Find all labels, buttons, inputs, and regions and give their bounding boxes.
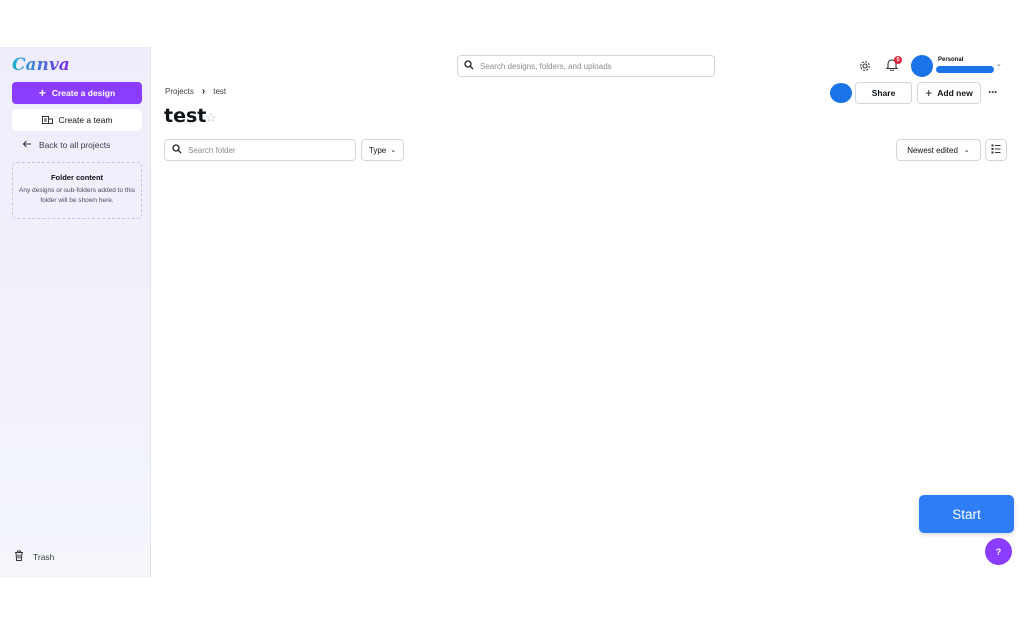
- chevron-down-icon: ⌄: [390, 147, 397, 154]
- canva-logo[interactable]: Canva: [12, 55, 70, 75]
- folder-content-description: Any designs or sub-folders added to this…: [19, 187, 135, 204]
- search-icon: [464, 60, 474, 72]
- settings-button[interactable]: [859, 59, 871, 77]
- create-design-button[interactable]: + Create a design: [12, 82, 142, 104]
- back-label: Back to all projects: [39, 140, 111, 150]
- trash-label: Trash: [33, 551, 55, 562]
- share-button[interactable]: Share: [855, 82, 912, 104]
- app-window: Canva + Create a design Create a team Ba…: [0, 47, 1020, 578]
- page-title[interactable]: test: [164, 105, 206, 127]
- gear-icon: [859, 59, 871, 76]
- type-filter-label: Type: [368, 145, 387, 155]
- breadcrumb-current: test: [213, 87, 227, 96]
- create-team-button[interactable]: Create a team: [12, 109, 142, 131]
- star-icon[interactable]: ☆: [205, 110, 217, 126]
- collaborator-avatar[interactable]: [830, 83, 852, 103]
- sort-dropdown[interactable]: Newest edited ⌄: [896, 139, 981, 161]
- chevron-right-icon: ›: [201, 86, 206, 97]
- account-avatar[interactable]: [911, 55, 933, 77]
- account-name[interactable]: [936, 66, 994, 73]
- team-icon: [41, 114, 53, 126]
- breadcrumb: Projects › test: [165, 86, 226, 97]
- create-design-label: Create a design: [51, 88, 116, 98]
- view-toggle-button[interactable]: [985, 139, 1007, 161]
- global-search-placeholder: Search designs, folders, and uploads: [480, 61, 612, 71]
- more-icon[interactable]: ···: [988, 85, 998, 99]
- trash-icon: [14, 550, 24, 563]
- sort-label: Newest edited: [907, 145, 958, 155]
- list-view-icon: [991, 141, 1001, 159]
- back-to-projects-link[interactable]: Back to all projects: [22, 140, 110, 150]
- start-button[interactable]: Start: [919, 495, 1014, 533]
- search-icon: [172, 144, 182, 156]
- plus-icon: +: [38, 86, 46, 100]
- add-new-label: Add new: [937, 88, 973, 98]
- folder-content-title: Folder content: [50, 173, 104, 182]
- sidebar: Canva + Create a design Create a team Ba…: [0, 47, 151, 578]
- chevron-down-icon: ⌄: [963, 147, 970, 154]
- trash-link[interactable]: Trash: [14, 550, 54, 563]
- type-filter-dropdown[interactable]: Type ⌄: [361, 139, 404, 161]
- global-search-input[interactable]: Search designs, folders, and uploads: [457, 55, 715, 77]
- chevron-down-icon[interactable]: ⌄: [996, 60, 1002, 68]
- notification-badge: 5: [894, 56, 902, 64]
- account-type-label: Personal: [938, 57, 964, 63]
- add-new-button[interactable]: + Add new: [917, 82, 981, 104]
- folder-search-placeholder: Search folder: [188, 145, 236, 155]
- breadcrumb-projects-link[interactable]: Projects: [165, 87, 194, 96]
- arrow-left-icon: [22, 140, 32, 150]
- create-team-label: Create a team: [58, 115, 113, 125]
- folder-content-box: Folder content Any designs or sub-folder…: [12, 162, 142, 219]
- folder-search-input[interactable]: Search folder: [164, 139, 356, 161]
- plus-icon: +: [925, 86, 933, 100]
- help-button[interactable]: ?: [985, 538, 1012, 565]
